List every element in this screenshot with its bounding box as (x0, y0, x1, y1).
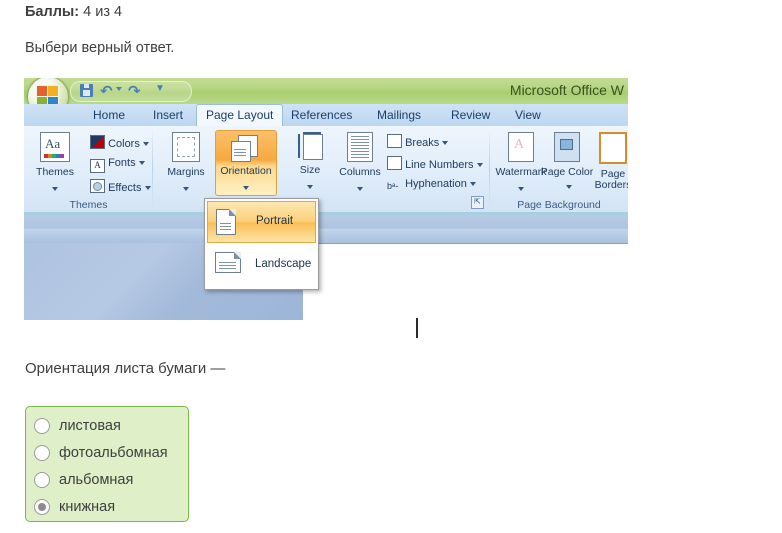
radio-button-selected[interactable] (34, 499, 50, 515)
answer-options-group: листовая фотоальбомная альбомная книжная (25, 406, 189, 522)
undo-dropdown-icon[interactable] (116, 87, 122, 91)
theme-effects-label: Effects (108, 182, 142, 194)
save-icon[interactable] (80, 84, 93, 97)
breaks-label: Breaks (405, 137, 440, 149)
customize-quick-access-icon[interactable]: ▼ (155, 83, 165, 94)
menu-item-landscape[interactable]: Landscape (207, 245, 316, 287)
themes-button[interactable]: Aa Themes (28, 132, 82, 196)
theme-fonts-button[interactable]: A Fonts (90, 157, 145, 173)
theme-effects-icon (90, 179, 105, 193)
tab-home[interactable]: Home (84, 104, 134, 126)
instruction-text: Выбери верный ответ. (25, 40, 175, 56)
score-value: 4 из 4 (83, 4, 123, 20)
theme-colors-icon (90, 135, 105, 149)
tab-view[interactable]: View (506, 104, 550, 126)
tab-page-layout[interactable]: Page Layout (196, 104, 284, 127)
columns-button-label: Columns (339, 166, 381, 178)
margins-button[interactable]: Margins (159, 132, 213, 196)
document-top-band (24, 215, 628, 244)
window-title: Microsoft Office W (509, 82, 624, 98)
chevron-down-icon[interactable] (243, 186, 249, 190)
score-label: Баллы: (25, 4, 80, 20)
menu-item-portrait[interactable]: Portrait (207, 201, 316, 243)
chevron-down-icon[interactable] (357, 187, 363, 191)
menu-item-landscape-label: Landscape (255, 258, 312, 270)
hyphenation-icon: bᵃ‑ (387, 181, 399, 191)
chevron-down-icon[interactable] (469, 182, 476, 187)
line-numbers-label: Line Numbers (405, 159, 474, 171)
theme-fonts-label: Fonts (108, 157, 136, 169)
chevron-down-icon[interactable] (518, 187, 524, 191)
group-label-page-background: Page Background (517, 199, 601, 211)
orientation-button-label: Orientation (220, 165, 272, 177)
word-title-bar: ↶ ↷ ▼ Microsoft Office W (24, 78, 628, 118)
watermark-icon: A (508, 132, 534, 162)
tab-insert[interactable]: Insert (144, 104, 192, 126)
orientation-icon (231, 135, 261, 162)
line-numbers-icon (387, 156, 402, 170)
page-borders-button[interactable]: Page Borders (586, 132, 628, 191)
option-label: листовая (59, 418, 121, 434)
tab-references[interactable]: References (282, 104, 361, 126)
columns-icon (347, 132, 373, 162)
columns-button[interactable]: Columns (333, 132, 387, 196)
option-label: книжная (59, 499, 116, 515)
size-icon (297, 132, 323, 160)
chevron-down-icon[interactable] (183, 187, 189, 191)
tab-review[interactable]: Review (442, 104, 499, 126)
chevron-down-icon[interactable] (138, 161, 145, 166)
ribbon: Aa Themes Colors A Fonts Effects Themes … (24, 126, 628, 213)
ribbon-tab-strip: Home Insert Page Layout References Maili… (24, 104, 628, 127)
radio-button[interactable] (34, 418, 50, 434)
hyphenation-label: Hyphenation (405, 178, 467, 190)
chevron-down-icon[interactable] (144, 186, 151, 191)
chevron-down-icon[interactable] (307, 185, 313, 189)
tab-mailings[interactable]: Mailings (368, 104, 430, 126)
menu-item-portrait-label: Portrait (256, 215, 294, 227)
ribbon-group-page-background: A Watermark Page Color Page Borders Page… (490, 126, 628, 212)
group-label-themes: Themes (69, 199, 108, 211)
page-borders-button-label: Page Borders (594, 168, 628, 191)
redo-icon[interactable]: ↷ (128, 82, 141, 100)
theme-effects-button[interactable]: Effects (90, 179, 151, 194)
chevron-down-icon[interactable] (565, 184, 572, 189)
chevron-down-icon[interactable] (442, 141, 449, 146)
page-borders-icon (599, 132, 627, 164)
text-caret (416, 318, 418, 338)
line-numbers-button[interactable]: Line Numbers (387, 156, 483, 171)
hyphenation-button[interactable]: bᵃ‑ Hyphenation (387, 178, 476, 193)
size-button[interactable]: Size (283, 132, 337, 194)
theme-fonts-icon: A (90, 159, 105, 173)
chevron-down-icon[interactable] (476, 163, 483, 168)
landscape-icon (215, 252, 241, 278)
ribbon-group-themes: Aa Themes Colors A Fonts Effects Themes (24, 126, 153, 212)
radio-button[interactable] (34, 472, 50, 488)
theme-colors-label: Colors (108, 138, 140, 150)
chevron-down-icon[interactable] (142, 142, 149, 147)
themes-button-label: Themes (36, 166, 74, 178)
radio-button[interactable] (34, 445, 50, 461)
undo-icon[interactable]: ↶ (100, 82, 113, 100)
margins-icon (172, 132, 200, 162)
themes-icon: Aa (40, 132, 70, 162)
chevron-down-icon[interactable] (52, 187, 58, 191)
margins-button-label: Margins (167, 166, 205, 178)
page-color-icon (554, 132, 580, 162)
page-setup-dialog-launcher[interactable]: ⇱ (471, 196, 484, 209)
option-label: альбомная (59, 472, 134, 488)
breaks-icon (387, 134, 402, 148)
theme-colors-button[interactable]: Colors (90, 135, 149, 150)
score-line: Баллы: 4 из 4 (25, 4, 122, 20)
breaks-button[interactable]: Breaks (387, 134, 449, 149)
orientation-button[interactable]: Orientation (215, 130, 277, 196)
portrait-icon (216, 209, 236, 240)
question-text: Ориентация листа бумаги — (25, 360, 226, 377)
document-area (24, 212, 628, 340)
word-screenshot: ↶ ↷ ▼ Microsoft Office W Home Insert Pag… (24, 78, 628, 340)
size-button-label: Size (299, 164, 321, 176)
orientation-dropdown-menu[interactable]: Portrait Landscape (204, 198, 319, 290)
option-label: фотоальбомная (59, 445, 168, 461)
